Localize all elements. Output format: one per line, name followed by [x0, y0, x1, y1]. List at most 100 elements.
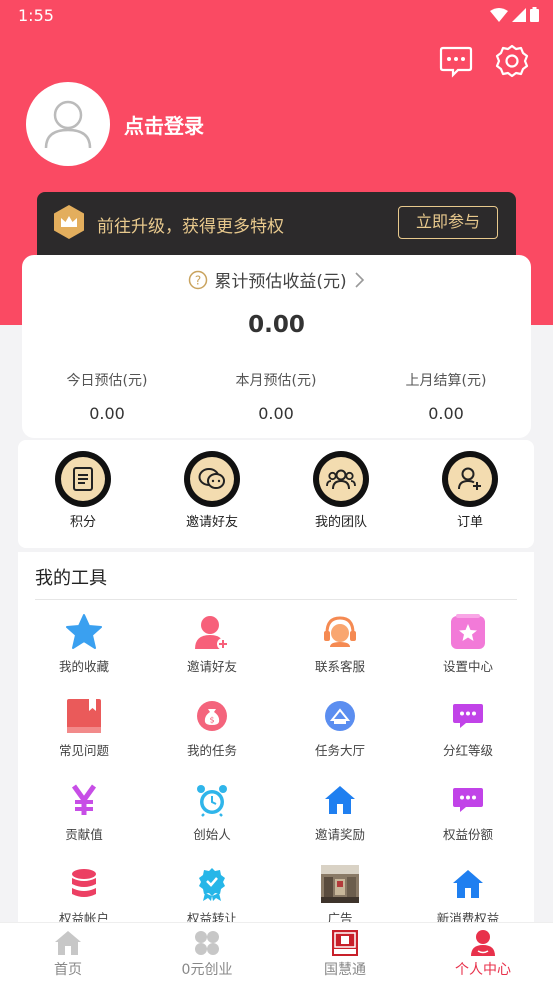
- earnings-total: 0.00: [248, 312, 305, 338]
- status-icons: [490, 7, 539, 22]
- bottom-nav: 首页 0元创业 国慧通 个人中心: [0, 922, 553, 984]
- login-link[interactable]: 点击登录: [124, 110, 204, 139]
- battery-icon: [530, 7, 539, 22]
- user-silhouette-icon: [44, 100, 92, 149]
- earnings-value: 0.00: [258, 404, 294, 423]
- tool-new-consumer-rights[interactable]: 新消费权益: [408, 864, 528, 927]
- home-icon: [453, 870, 483, 898]
- nav-label: 个人中心: [455, 962, 511, 978]
- earnings-value: 0.00: [89, 404, 125, 423]
- tool-invite-reward[interactable]: 邀请奖励: [280, 780, 400, 843]
- message-icon[interactable]: [438, 43, 474, 79]
- svg-text:?: ?: [195, 273, 201, 287]
- tool-invite[interactable]: 邀请好友: [152, 612, 272, 675]
- help-icon[interactable]: ?: [188, 270, 208, 290]
- earnings-title-row[interactable]: ? 累计预估收益(元): [22, 267, 531, 292]
- vip-promo-text: 前往升级，获得更多特权: [97, 217, 284, 237]
- tool-my-tasks[interactable]: $ 我的任务: [152, 696, 272, 759]
- crown-icon: [54, 205, 84, 239]
- user-add-icon: [458, 467, 481, 490]
- tool-equity-account[interactable]: 权益帐户: [24, 864, 144, 927]
- nav-label: 0元创业: [181, 962, 233, 978]
- quick-action-orders[interactable]: 订单: [420, 451, 520, 530]
- tool-equity-share[interactable]: 权益份额: [408, 780, 528, 843]
- tool-label: 邀请奖励: [314, 827, 365, 842]
- earnings-label: 上月结算(元): [405, 373, 487, 389]
- person-icon: [471, 930, 495, 956]
- chevron-right-icon: [355, 271, 364, 288]
- home-icon: [55, 931, 81, 955]
- chat-icon: [198, 468, 225, 489]
- home-icon: [325, 786, 355, 814]
- status-time: 1:55: [18, 6, 54, 25]
- earnings-label: 本月预估(元): [235, 373, 317, 389]
- quick-action-team[interactable]: 我的团队: [291, 451, 391, 530]
- nav-guohuitong[interactable]: 国慧通: [285, 929, 405, 979]
- quick-actions-card: 积分 邀请好友 我的团队 订单: [18, 440, 534, 548]
- earnings-col-month: 本月预估(元) 0.00: [191, 370, 361, 423]
- tool-label: 我的任务: [186, 743, 237, 758]
- tool-label: 权益份额: [442, 827, 493, 842]
- settings-star-icon: [451, 614, 485, 649]
- tool-label: 设置中心: [442, 659, 493, 674]
- tool-equity-transfer[interactable]: 权益转让: [152, 864, 272, 927]
- tool-label: 贡献值: [65, 827, 103, 842]
- earnings-col-today: 今日预估(元) 0.00: [22, 370, 192, 423]
- tool-label: 邀请好友: [186, 659, 237, 674]
- tool-label: 任务大厅: [314, 743, 365, 758]
- headset-icon: [324, 616, 356, 647]
- svg-text:$: $: [209, 716, 214, 725]
- photo-icon: [321, 865, 359, 903]
- gear-icon[interactable]: [494, 43, 530, 79]
- earnings-label: 今日预估(元): [66, 373, 148, 389]
- earnings-col-last-month: 上月结算(元) 0.00: [361, 370, 531, 423]
- status-bar: 1:55: [0, 0, 553, 30]
- quick-action-points[interactable]: 积分: [33, 451, 133, 530]
- quick-action-invite[interactable]: 邀请好友: [162, 451, 262, 530]
- star-icon: [66, 614, 102, 649]
- alarm-clock-icon: [197, 785, 227, 817]
- section-title: 我的工具: [35, 568, 107, 589]
- document-icon: [73, 467, 93, 491]
- quick-action-label: 积分: [69, 515, 96, 530]
- tool-support[interactable]: 联系客服: [280, 612, 400, 675]
- yen-icon: [71, 784, 97, 815]
- nav-label: 国慧通: [324, 962, 366, 978]
- chat-bubble-icon: [453, 704, 483, 728]
- quick-action-label: 我的团队: [314, 515, 367, 530]
- tool-favorites[interactable]: 我的收藏: [24, 612, 144, 675]
- my-tools-card: 我的工具 我的收藏 邀请好友 联系客服 设置中心 常见问题 $ 我的任务 任务大…: [18, 552, 534, 932]
- earnings-value: 0.00: [428, 404, 464, 423]
- quick-action-label: 订单: [456, 515, 483, 530]
- hall-icon: [325, 701, 355, 731]
- avatar[interactable]: [26, 82, 110, 166]
- nav-home[interactable]: 首页: [8, 929, 128, 979]
- grid-icon: [195, 931, 219, 955]
- quick-action-label: 邀请好友: [185, 515, 238, 530]
- signal-icon: [512, 7, 526, 22]
- brand-icon: [332, 930, 358, 956]
- vip-banner: 前往升级，获得更多特权 立即参与: [37, 192, 516, 258]
- moneybag-icon: $: [197, 701, 227, 731]
- tool-contribution[interactable]: 贡献值: [24, 780, 144, 843]
- tool-label: 我的收藏: [58, 659, 109, 674]
- tool-label: 联系客服: [314, 659, 365, 674]
- tool-ads[interactable]: 广告: [280, 864, 400, 927]
- tool-faq[interactable]: 常见问题: [24, 696, 144, 759]
- chat-bubble-icon: [453, 788, 483, 812]
- earnings-card: ? 累计预估收益(元) 0.00 今日预估(元) 0.00 本月预估(元) 0.…: [22, 255, 531, 438]
- earnings-title: 累计预估收益(元): [214, 272, 347, 292]
- nav-profile[interactable]: 个人中心: [423, 929, 543, 979]
- user-add-icon: [195, 616, 229, 650]
- team-icon: [326, 469, 356, 490]
- join-now-button[interactable]: 立即参与: [398, 206, 498, 239]
- tool-founder[interactable]: 创始人: [152, 780, 272, 843]
- tool-label: 创始人: [193, 827, 231, 842]
- tool-task-hall[interactable]: 任务大厅: [280, 696, 400, 759]
- nav-startup[interactable]: 0元创业: [147, 929, 267, 979]
- tool-label: 分红等级: [442, 743, 493, 758]
- tool-settings[interactable]: 设置中心: [408, 612, 528, 675]
- tool-dividend-level[interactable]: 分红等级: [408, 696, 528, 759]
- divider: [35, 599, 517, 600]
- wifi-icon: [490, 7, 508, 22]
